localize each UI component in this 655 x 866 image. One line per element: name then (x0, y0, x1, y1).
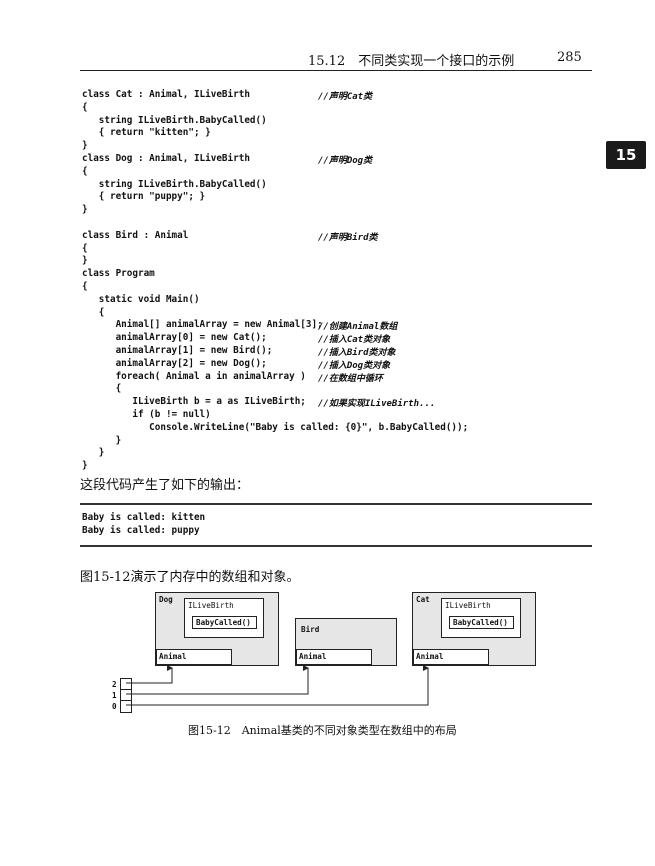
code-comment: //插入Cat类对象 (318, 335, 391, 346)
output-listing: Baby is called: kitten Baby is called: pu… (82, 512, 205, 538)
arrow-to-bird (126, 665, 309, 695)
chapter-tab: 15 (606, 141, 646, 169)
code-comment: //声明Dog类 (318, 156, 373, 166)
reference-arrows (126, 665, 429, 706)
figure-intro-paragraph: 图15-12演示了内存中的数组和对象。 (80, 570, 300, 585)
running-header-title: 15.12 不同类实现一个接口的示例 (308, 54, 515, 69)
code-comments: //声明Cat类 //声明Dog类 //声明Bird类 //创建Animal数组 //插… (318, 89, 578, 489)
code-comment: //声明Bird类 (318, 232, 378, 243)
header-rule (80, 70, 592, 71)
code-comment: //插入Bird类对象 (318, 348, 396, 358)
output-top-rule (80, 503, 592, 505)
arrow-to-dog (126, 665, 173, 684)
code-comment: //声明Cat类 (318, 92, 373, 102)
code-comment: //插入Dog类对象 (318, 360, 391, 371)
output-line: Baby is called: kitten (82, 512, 206, 523)
arrow-to-cat (126, 665, 429, 706)
code-comment: //创建Animal数组 (318, 322, 398, 333)
output-intro-paragraph: 这段代码产生了如下的输出： (80, 478, 250, 493)
figure-caption: 图15-12 Animal基类的不同对象类型在数组中的布局 (188, 724, 457, 737)
output-line: Baby is called: puppy (82, 524, 200, 536)
code-comment: //如果实现ILiveBirth... (318, 399, 436, 410)
page-number: 285 (557, 50, 582, 65)
figure-memory-layout: Dog ILiveBirth BabyCalled() Animal Bird … (100, 590, 560, 715)
code-comment: //在数组中循环 (318, 373, 383, 384)
output-bottom-rule (80, 545, 592, 547)
